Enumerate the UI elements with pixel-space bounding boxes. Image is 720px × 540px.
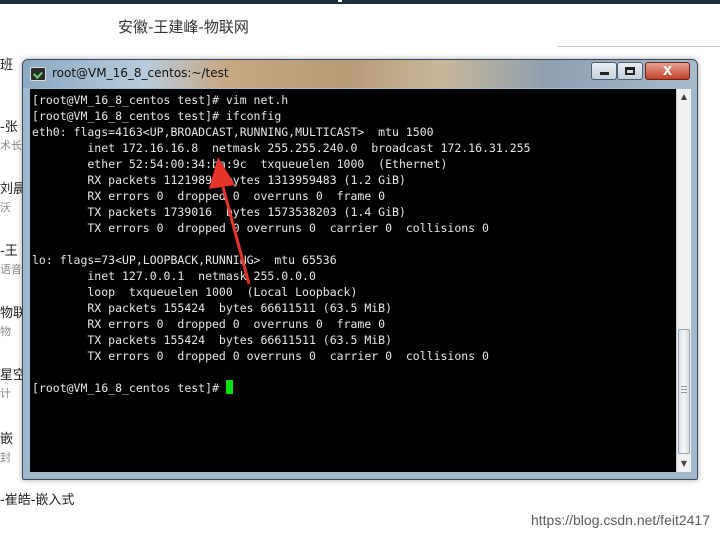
background-item-title[interactable]: -王: [0, 240, 18, 259]
top-dot: [338, 0, 342, 2]
watermark: https://blog.csdn.net/feit2417: [530, 512, 710, 528]
window-title: root@VM_16_8_centos:~/test: [52, 66, 229, 80]
terminal-window[interactable]: root@VM_16_8_centos:~/test X [root@VM_16…: [22, 59, 698, 480]
red-annotation-arrow: [209, 157, 251, 285]
thumb-grip: [681, 392, 687, 393]
scroll-up-button[interactable]: ▲: [677, 89, 691, 105]
arrow-head: [209, 157, 235, 189]
scroll-down-button[interactable]: ▼: [677, 456, 691, 472]
minimize-icon: [599, 72, 609, 75]
vertical-scrollbar[interactable]: ▲ ▼: [676, 89, 691, 472]
background-item-title[interactable]: -张: [0, 116, 18, 135]
maximize-icon: [625, 67, 635, 75]
terminal-output[interactable]: [root@VM_16_8_centos test]# vim net.h [r…: [30, 89, 676, 472]
background-item-sub: 物: [0, 325, 11, 338]
background-item-sub: 语音: [0, 263, 22, 276]
close-button[interactable]: X: [645, 62, 690, 80]
window-titlebar[interactable]: root@VM_16_8_centos:~/test X: [23, 60, 697, 88]
background-item-title[interactable]: 嵌: [0, 428, 13, 447]
background-item-title[interactable]: 班: [0, 54, 13, 73]
background-bottom-text[interactable]: -崔皓-嵌入式: [0, 489, 74, 508]
background-item-sub: 封: [0, 451, 11, 464]
top-band: [0, 0, 720, 4]
thumb-grip: [681, 389, 687, 390]
maximize-button[interactable]: [617, 62, 643, 80]
thumb-grip: [681, 386, 687, 387]
arrow-shaft: [221, 186, 251, 285]
background-underline: [558, 46, 720, 47]
background-item-sub: 沃: [0, 201, 11, 214]
scrollbar-thumb[interactable]: [678, 329, 690, 454]
close-icon: X: [662, 64, 673, 78]
background-item-sub: 计: [0, 387, 11, 400]
minimize-button[interactable]: [591, 62, 617, 80]
background-heading: 安徽-王建峰-物联网: [118, 18, 249, 36]
terminal-icon[interactable]: [30, 67, 46, 81]
background-item-sub: 术长: [0, 139, 22, 152]
